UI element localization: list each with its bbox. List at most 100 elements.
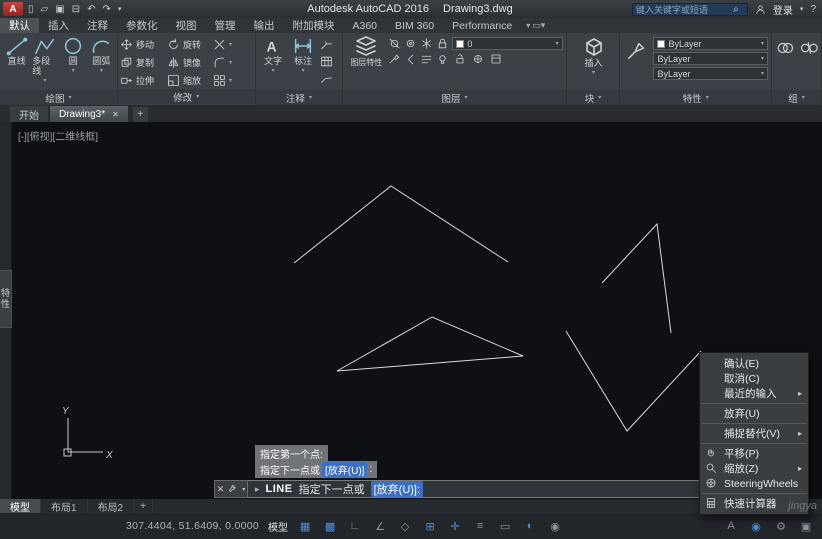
properties-palette-tab[interactable]: 特性	[0, 270, 12, 328]
ribbon-tab-output[interactable]: 输出	[245, 18, 284, 33]
sign-in-button[interactable]: 登录	[773, 2, 793, 17]
app-menu-button[interactable]: A	[3, 2, 23, 16]
osnap-toggle-icon[interactable]: ⊞	[422, 520, 438, 533]
ribbon-display-toggle-icon[interactable]: ▭▾	[532, 20, 545, 31]
stretch-tool[interactable]: 拉伸	[118, 71, 165, 89]
open-file-icon[interactable]: ▱	[41, 4, 49, 15]
undo-icon[interactable]: ↶	[87, 4, 95, 15]
layer-freeze-icon[interactable]	[420, 37, 433, 50]
object-color-combo[interactable]: ByLayer ▾	[653, 37, 768, 50]
lineweight-caret-icon[interactable]: ▾	[761, 70, 764, 77]
transparency-toggle-icon[interactable]: ▭	[497, 520, 513, 533]
arc-caret-icon[interactable]: ▾	[100, 68, 103, 75]
selection-cycling-icon[interactable]: ◉	[547, 520, 563, 533]
user-icon[interactable]	[755, 4, 766, 15]
ungroup-icon[interactable]	[800, 39, 818, 57]
line-tool[interactable]: 直线	[4, 35, 29, 90]
object-track-icon[interactable]: ✛	[447, 520, 463, 533]
layer-thaw-icon[interactable]	[472, 53, 484, 65]
panel-group-label[interactable]: 组▾	[772, 90, 821, 105]
file-tab-drawing3[interactable]: Drawing3* ✕	[50, 106, 128, 122]
panel-layers-label[interactable]: 图层▾	[343, 90, 565, 105]
signin-caret-icon[interactable]: ▾	[800, 5, 804, 13]
match-properties-tool[interactable]	[624, 35, 650, 90]
trim-tool[interactable]: ▾	[211, 35, 247, 53]
ribbon-tab-bim360[interactable]: BIM 360	[386, 18, 443, 33]
grid-toggle-icon[interactable]: ▦	[297, 520, 313, 533]
ribbon-tab-performance[interactable]: Performance	[443, 18, 521, 33]
text-tool[interactable]: A 文字 ▾	[260, 35, 287, 90]
trim-caret-icon[interactable]: ▾	[229, 41, 232, 48]
new-layout-button[interactable]: +	[134, 499, 153, 513]
panel-draw-label[interactable]: 绘图▾	[0, 90, 117, 105]
isodraft-icon[interactable]: ◇	[397, 520, 413, 533]
ribbon-tab-annotate[interactable]: 注释	[78, 18, 117, 33]
ribbon-tab-insert[interactable]: 插入	[39, 18, 78, 33]
annotation-visibility-icon[interactable]: A	[723, 520, 739, 532]
new-drawing-tab-button[interactable]: +	[133, 107, 148, 122]
annotation-autoscale-icon[interactable]: ◉	[748, 520, 764, 533]
linetype-caret-icon[interactable]: ▾	[761, 55, 764, 62]
layer-match-icon[interactable]	[388, 53, 401, 66]
ribbon-tab-addins[interactable]: 附加模块	[284, 18, 344, 33]
command-input[interactable]: ▸ LINE 指定下一点或 [放弃(U)]:	[248, 480, 704, 498]
command-option-undo[interactable]: [放弃(U)]:	[371, 481, 423, 497]
ribbon-tab-overflow-caret-icon[interactable]: ▾	[526, 21, 530, 30]
snap-toggle-icon[interactable]: ▩	[322, 520, 338, 533]
model-space-button[interactable]: 模型	[268, 519, 288, 534]
search-icon[interactable]: ⌕	[728, 4, 744, 15]
command-customize-wrench-icon[interactable]	[228, 484, 238, 494]
menu-item-undo[interactable]: 放弃(U)	[700, 406, 808, 421]
ribbon-tab-a360[interactable]: A360	[344, 18, 387, 33]
ribbon-tab-view[interactable]: 视图	[167, 18, 206, 33]
move-tool[interactable]: 移动	[118, 35, 165, 53]
ortho-toggle-icon[interactable]: ∟	[347, 520, 363, 532]
layout-tab-layout2[interactable]: 布局2	[88, 499, 135, 513]
ribbon-tab-home[interactable]: 默认	[0, 18, 39, 33]
prompt2-option[interactable]: [放弃(U)]	[322, 462, 367, 477]
ribbon-tab-manage[interactable]: 管理	[206, 18, 245, 33]
menu-item-steeringwheels[interactable]: SteeringWheels	[700, 476, 808, 491]
workspace-gear-icon[interactable]: ⚙	[773, 520, 789, 533]
menu-item-zoom[interactable]: 缩放(Z) ▸	[700, 461, 808, 476]
polyline-caret-icon[interactable]: ▾	[43, 78, 46, 85]
fillet-tool[interactable]: ▾	[211, 53, 247, 71]
dynamic-input-icon[interactable]: ◐	[522, 520, 538, 532]
ribbon-tab-parametric[interactable]: 参数化	[117, 18, 167, 33]
polar-tracking-icon[interactable]: ∠	[372, 520, 388, 533]
circle-tool[interactable]: 圆 ▾	[61, 35, 86, 90]
menu-item-pan[interactable]: 平移(P)	[700, 446, 808, 461]
layout-tab-layout1[interactable]: 布局1	[41, 499, 88, 513]
save-icon[interactable]: ▣	[55, 4, 64, 15]
panel-annotate-label[interactable]: 注释▾	[256, 90, 343, 105]
table-icon[interactable]	[320, 55, 333, 68]
viewport-controls[interactable]: [-][俯视][二维线框]	[18, 128, 98, 143]
new-file-icon[interactable]: ▯	[28, 4, 34, 15]
layer-combo-caret-icon[interactable]: ▾	[556, 40, 559, 47]
layer-lock-icon[interactable]	[436, 37, 449, 50]
insert-block-tool[interactable]: 插入 ▾	[577, 35, 611, 90]
arc-tool[interactable]: 圆弧 ▾	[89, 35, 114, 90]
lineweight-toggle-icon[interactable]: ≡	[472, 520, 488, 532]
multileader-icon[interactable]	[320, 72, 333, 85]
command-close-icon[interactable]: ✕	[217, 484, 225, 495]
panel-properties-label[interactable]: 特性▾	[620, 90, 771, 105]
redo-icon[interactable]: ↷	[102, 4, 110, 15]
group-icon[interactable]	[776, 39, 794, 57]
copy-tool[interactable]: 复制	[118, 53, 165, 71]
plot-icon[interactable]: ⊟	[72, 4, 80, 15]
fillet-caret-icon[interactable]: ▾	[229, 59, 232, 66]
leader-icon[interactable]	[320, 38, 333, 51]
clean-screen-icon[interactable]: ▣	[798, 520, 814, 533]
menu-item-confirm[interactable]: 确认(E)	[700, 356, 808, 371]
object-color-caret-icon[interactable]: ▾	[761, 40, 764, 47]
layer-isolate-icon[interactable]	[404, 37, 417, 50]
help-search-input[interactable]: 键入关键字或短语 ⌕	[632, 3, 748, 16]
dimension-tool[interactable]: 标注 ▾	[290, 35, 317, 90]
qat-caret-icon[interactable]: ▾	[118, 5, 122, 13]
layer-properties-tool[interactable]: 图层特性	[347, 35, 385, 90]
close-tab-icon[interactable]: ✕	[112, 110, 119, 119]
layout-tab-model[interactable]: 模型	[0, 499, 41, 513]
layer-off-icon[interactable]	[388, 37, 401, 50]
menu-item-recent-input[interactable]: 最近的输入▸	[700, 386, 808, 401]
